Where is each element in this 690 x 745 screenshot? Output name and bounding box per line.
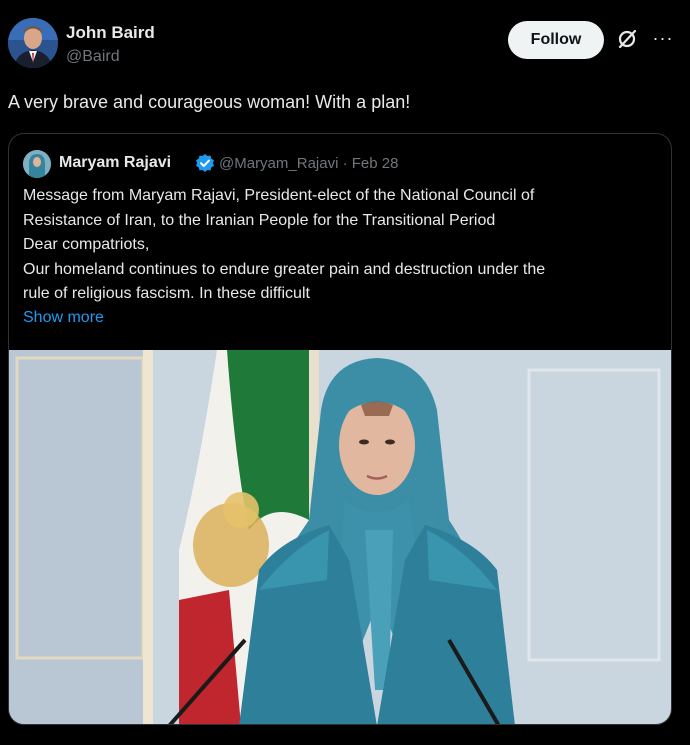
follow-button[interactable]: Follow xyxy=(508,21,604,59)
tweet: John Baird @Baird Follow ··· A very brav… xyxy=(0,0,690,745)
author-avatar[interactable] xyxy=(8,18,58,68)
author-handle[interactable]: @Baird xyxy=(66,48,120,66)
quoted-tweet-text: Message from Maryam Rajavi, President-el… xyxy=(23,184,663,307)
quoted-tweet-image[interactable] xyxy=(9,350,671,724)
quoted-author-name[interactable]: Maryam Rajavi xyxy=(59,154,171,172)
quoted-text-line: Message from Maryam Rajavi, President-el… xyxy=(23,187,535,204)
avatar-photo xyxy=(8,18,58,68)
show-more-link[interactable]: Show more xyxy=(23,309,104,327)
tweet-header: John Baird @Baird Follow ··· xyxy=(8,18,682,74)
tweet-text: A very brave and courageous woman! With … xyxy=(8,92,411,112)
quoted-text-line: rule of religious fascism. In these diff… xyxy=(23,285,310,302)
quoted-handle-date[interactable]: @Maryam_Rajavi · Feb 28 xyxy=(219,155,398,172)
quoted-text-line: Dear compatriots, xyxy=(23,236,150,253)
quoted-text-line: Our homeland continues to endure greater… xyxy=(23,260,546,278)
quoted-tweet[interactable]: Maryam Rajavi @Maryam_Rajavi · Feb 28 Me… xyxy=(8,133,672,725)
author-name[interactable]: John Baird xyxy=(66,23,155,43)
grok-icon[interactable] xyxy=(616,28,638,50)
quoted-author-avatar[interactable] xyxy=(23,150,51,178)
quoted-text-line: Resistance of Iran, to the Iranian Peopl… xyxy=(23,211,496,229)
portrait-photo xyxy=(9,350,671,724)
more-options-icon[interactable]: ··· xyxy=(650,24,676,52)
verified-badge-icon xyxy=(195,153,215,173)
